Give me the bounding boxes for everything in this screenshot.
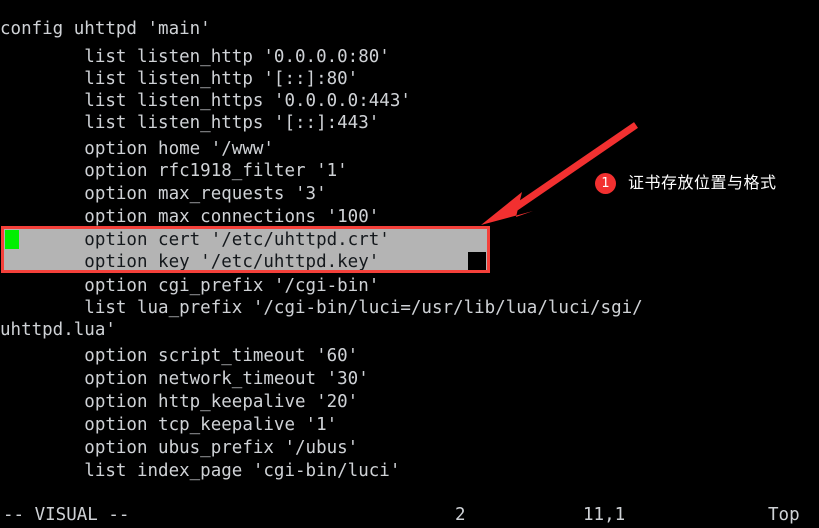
buffer-line: option ubus_prefix '/ubus': [0, 438, 359, 458]
buffer-line: option http_keepalive '20': [0, 392, 359, 412]
buffer-line: option max connections '100': [0, 207, 380, 227]
editor-buffer[interactable]: config uhttpd 'main' list listen_http '0…: [0, 0, 819, 495]
buffer-line: option home '/www': [0, 139, 274, 159]
buffer-line: option script_timeout '60': [0, 346, 359, 366]
terminal-screen: config uhttpd 'main' list listen_http '0…: [0, 0, 819, 528]
buffer-line-selected: option key '/etc/uhttpd.key': [0, 252, 380, 272]
annotation-badge-1: 1: [595, 173, 616, 194]
status-count: 2: [455, 505, 466, 525]
annotation-label: 证书存放位置与格式: [628, 173, 777, 192]
buffer-line: option cgi_prefix '/cgi-bin': [0, 276, 380, 296]
buffer-line: option rfc1918_filter '1': [0, 161, 348, 181]
buffer-line-wrap: uhttpd.lua': [0, 320, 116, 340]
status-mode: -- VISUAL --: [3, 505, 130, 525]
status-position: 11,1: [583, 505, 626, 525]
buffer-line: list listen_http '0.0.0.0:80': [0, 47, 390, 67]
buffer-line: list index_page 'cgi-bin/luci': [0, 461, 401, 481]
buffer-line: list listen_https '0.0.0.0:443': [0, 91, 411, 111]
status-scroll: Top: [768, 505, 800, 525]
buffer-line: list listen_https '[::]:443': [0, 113, 380, 133]
buffer-line: config uhttpd 'main': [0, 19, 211, 39]
cursor-block-green: [5, 230, 19, 249]
buffer-line: option tcp_keepalive '1': [0, 415, 338, 435]
status-line: -- VISUAL -- 2 11,1 Top: [0, 504, 819, 528]
cursor-block-black: [468, 252, 486, 271]
buffer-line: option network_timeout '30': [0, 369, 369, 389]
buffer-line: option max_requests '3': [0, 184, 327, 204]
buffer-line-selected: option cert '/etc/uhttpd.crt': [0, 230, 390, 250]
buffer-line: list listen_http '[::]:80': [0, 69, 359, 89]
buffer-line: list lua_prefix '/cgi-bin/luci=/usr/lib/…: [0, 298, 643, 318]
